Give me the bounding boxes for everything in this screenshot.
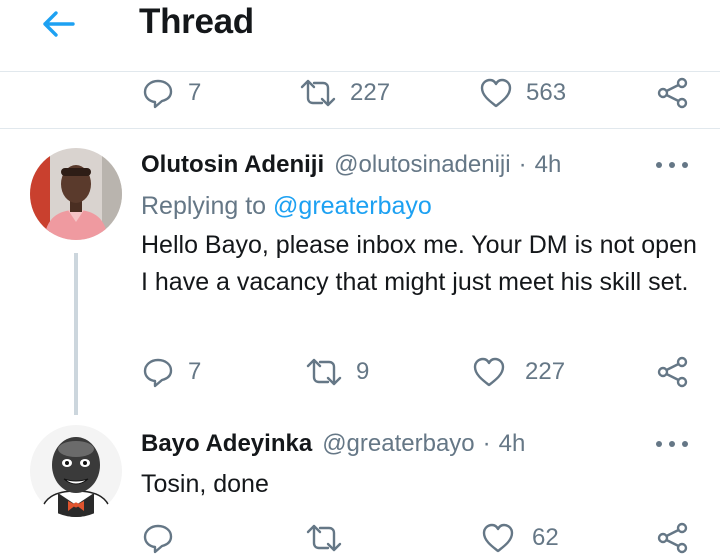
share-icon bbox=[657, 77, 688, 109]
reply-button[interactable]: 7 bbox=[142, 352, 201, 392]
retweet-button[interactable]: 9 bbox=[306, 352, 369, 392]
separator-dot: · bbox=[518, 151, 527, 178]
reply-icon bbox=[143, 524, 173, 554]
reply-icon bbox=[143, 79, 173, 109]
separator-dot: · bbox=[482, 430, 491, 457]
replying-to: Replying to @greaterbayo bbox=[141, 192, 432, 221]
timestamp[interactable]: 4h bbox=[499, 430, 526, 458]
tweet-text: Hello Bayo, please inbox me. Your DM is … bbox=[141, 231, 697, 296]
share-button[interactable] bbox=[657, 518, 689, 558]
tweet[interactable]: Bayo Adeyinka @greaterbayo · 4h Tosin, d… bbox=[0, 419, 720, 560]
retweet-icon bbox=[306, 358, 342, 386]
heart-icon bbox=[480, 78, 512, 108]
like-count: 62 bbox=[532, 524, 559, 551]
more-dots-icon bbox=[656, 162, 662, 168]
share-button[interactable] bbox=[657, 352, 689, 392]
reply-count: 7 bbox=[188, 358, 202, 385]
more-options-button[interactable] bbox=[656, 434, 688, 454]
tweet-header: Olutosin Adeniji @olutosinadeniji · 4h bbox=[141, 151, 561, 179]
retweet-button[interactable] bbox=[306, 518, 342, 558]
share-button[interactable] bbox=[657, 73, 689, 113]
tweet-actions: 7 9 227 bbox=[0, 352, 720, 392]
more-dots-icon bbox=[656, 441, 662, 447]
heart-icon bbox=[473, 357, 505, 387]
parent-tweet-actions: 7 227 563 bbox=[0, 73, 720, 113]
retweet-count: 227 bbox=[350, 79, 391, 106]
tweet[interactable]: Olutosin Adeniji @olutosinadeniji · 4h R… bbox=[0, 129, 720, 419]
back-button[interactable] bbox=[38, 6, 78, 42]
like-button[interactable]: 563 bbox=[480, 73, 566, 113]
author-name[interactable]: Olutosin Adeniji bbox=[141, 151, 324, 179]
like-count: 563 bbox=[526, 79, 567, 106]
share-icon bbox=[657, 522, 688, 554]
timestamp[interactable]: 4h bbox=[535, 151, 562, 179]
tweet-text: Tosin, done bbox=[141, 470, 269, 498]
author-name[interactable]: Bayo Adeyinka bbox=[141, 430, 312, 458]
tweet-actions: 62 bbox=[0, 518, 720, 558]
avatar[interactable] bbox=[30, 425, 122, 517]
replying-to-handle-link[interactable]: @greaterbayo bbox=[273, 192, 432, 220]
tweet-header: Bayo Adeyinka @greaterbayo · 4h bbox=[141, 430, 525, 458]
reply-button[interactable] bbox=[142, 518, 174, 558]
retweet-button[interactable]: 227 bbox=[300, 73, 390, 113]
author-handle[interactable]: @greaterbayo bbox=[322, 430, 474, 458]
share-icon bbox=[657, 356, 688, 388]
avatar-caricature bbox=[30, 425, 122, 517]
avatar-photo bbox=[30, 148, 122, 240]
avatar[interactable] bbox=[30, 148, 122, 240]
heart-icon bbox=[482, 523, 514, 553]
author-handle[interactable]: @olutosinadeniji bbox=[334, 151, 510, 179]
reply-count: 7 bbox=[188, 79, 202, 106]
reply-button[interactable]: 7 bbox=[142, 73, 201, 113]
more-options-button[interactable] bbox=[656, 155, 688, 175]
like-button[interactable]: 227 bbox=[473, 352, 565, 392]
like-button[interactable]: 62 bbox=[482, 518, 559, 558]
like-count: 227 bbox=[525, 358, 566, 385]
top-bar: Thread bbox=[0, 0, 720, 72]
page-title: Thread bbox=[139, 2, 254, 41]
reply-icon bbox=[143, 358, 173, 388]
retweet-count: 9 bbox=[356, 358, 370, 385]
retweet-icon bbox=[300, 79, 336, 107]
retweet-icon bbox=[306, 524, 342, 552]
replying-label: Replying to bbox=[141, 192, 267, 220]
arrow-left-icon bbox=[43, 11, 75, 37]
